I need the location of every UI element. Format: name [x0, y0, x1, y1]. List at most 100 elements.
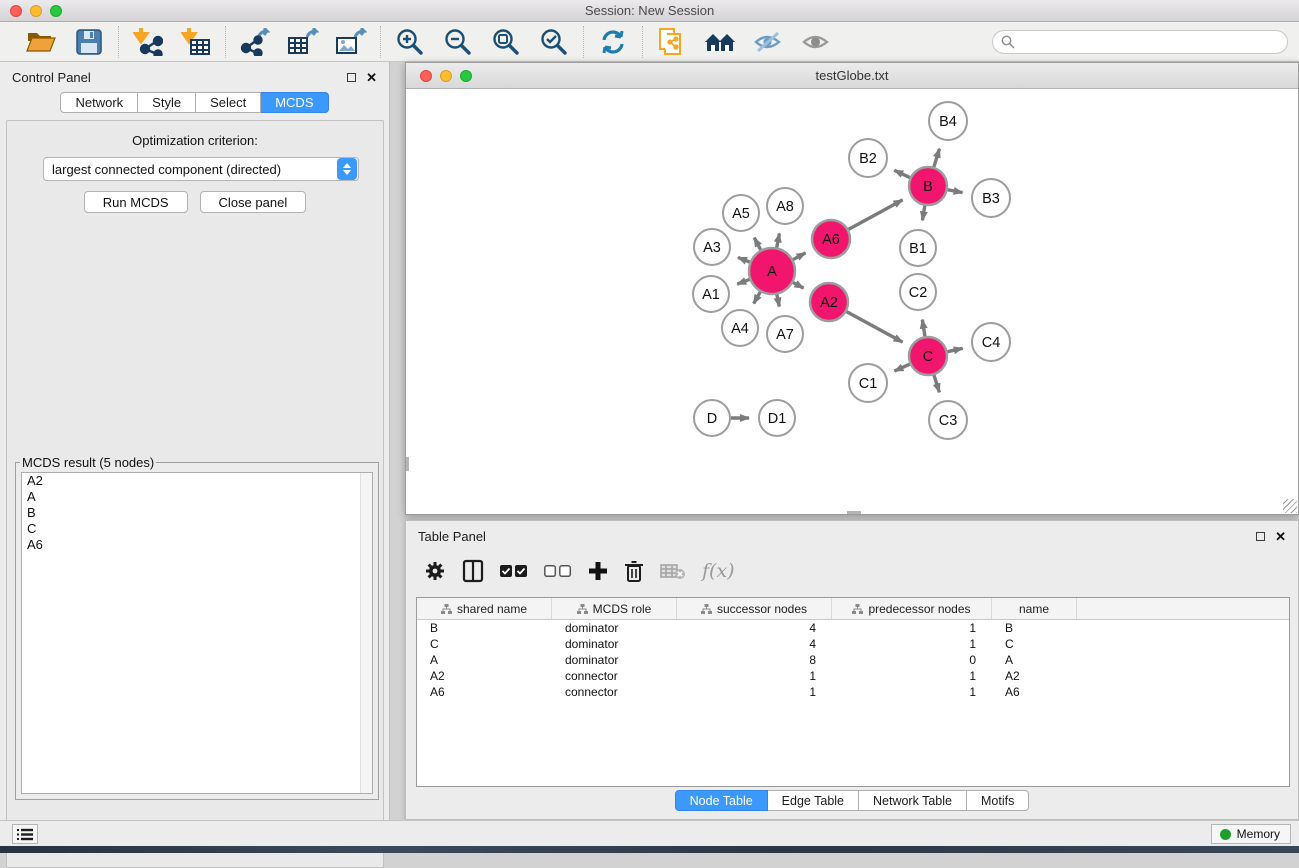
graph-edge-C-C3[interactable]	[934, 375, 939, 392]
result-item[interactable]: B	[22, 505, 372, 521]
graph-edge-A-A3[interactable]	[738, 257, 750, 262]
table-row[interactable]: Bdominator41B	[417, 620, 1289, 636]
graph-node-A8[interactable]: A8	[767, 188, 803, 224]
zoom-selected-icon[interactable]	[537, 27, 571, 57]
table-row[interactable]: Cdominator41C	[417, 636, 1289, 652]
tab-select[interactable]: Select	[196, 92, 261, 113]
criterion-select[interactable]: largest connected component (directed)	[43, 157, 359, 181]
column-header-MCDS-role[interactable]: MCDS role	[552, 598, 677, 619]
canvas-bottom-scrollbar[interactable]	[847, 511, 861, 514]
unselect-all-columns-icon[interactable]	[544, 558, 572, 584]
graph-edge-A-A5[interactable]	[754, 238, 760, 250]
graph-node-C2[interactable]: C2	[900, 274, 936, 310]
graph-node-A[interactable]: A	[749, 248, 795, 294]
graph-edge-A-A2[interactable]	[793, 282, 803, 288]
graph-node-B1[interactable]: B1	[900, 230, 936, 266]
result-item[interactable]: A	[22, 489, 372, 505]
network-minimize-button[interactable]	[440, 70, 452, 82]
close-table-panel-icon[interactable]: ✕	[1275, 532, 1286, 541]
table-row[interactable]: Adominator80A	[417, 652, 1289, 668]
column-header-predecessor-nodes[interactable]: predecessor nodes	[832, 598, 992, 619]
zoom-in-icon[interactable]	[393, 27, 427, 57]
float-table-panel-icon[interactable]	[1256, 532, 1265, 541]
zoom-fit-icon[interactable]	[489, 27, 523, 57]
graph-edge-A-A7[interactable]	[777, 295, 779, 307]
home-icon[interactable]	[703, 27, 737, 57]
graph-node-A2[interactable]: A2	[810, 283, 848, 321]
graph-node-D1[interactable]: D1	[759, 400, 795, 436]
graph-edge-B-B3[interactable]	[948, 190, 963, 193]
graph-node-A4[interactable]: A4	[722, 310, 758, 346]
close-panel-button[interactable]: Close panel	[200, 191, 307, 213]
gear-icon[interactable]	[424, 558, 446, 584]
export-network-icon[interactable]	[238, 27, 272, 57]
graph-node-C4[interactable]: C4	[972, 323, 1010, 361]
new-network-icon[interactable]	[655, 27, 689, 57]
hide-panel-icon[interactable]	[751, 27, 785, 57]
result-item[interactable]: C	[22, 521, 372, 537]
graph-node-D[interactable]: D	[694, 400, 730, 436]
graph-node-A1[interactable]: A1	[693, 276, 729, 312]
graph-node-B4[interactable]: B4	[929, 102, 967, 140]
import-network-icon[interactable]	[131, 27, 165, 57]
refresh-icon[interactable]	[596, 27, 630, 57]
tab-node-table[interactable]: Node Table	[675, 790, 768, 811]
zoom-out-icon[interactable]	[441, 27, 475, 57]
close-window-button[interactable]	[10, 5, 22, 17]
column-header-shared-name[interactable]: shared name	[417, 598, 552, 619]
delete-column-icon[interactable]	[624, 558, 644, 584]
open-file-icon[interactable]	[24, 27, 58, 57]
network-close-button[interactable]	[420, 70, 432, 82]
table-row[interactable]: A2connector11A2	[417, 668, 1289, 684]
graph-node-B2[interactable]: B2	[849, 139, 887, 177]
result-scrollbar[interactable]	[360, 473, 372, 793]
show-panel-icon[interactable]	[799, 27, 833, 57]
graph-edge-A6-B[interactable]	[849, 200, 903, 230]
graph-edge-B-B2[interactable]	[894, 170, 910, 177]
resize-grip[interactable]	[1283, 499, 1297, 513]
result-item[interactable]: A2	[22, 473, 372, 489]
graph-edge-A2-C[interactable]	[847, 312, 903, 343]
graph-node-A7[interactable]: A7	[767, 316, 803, 352]
close-panel-icon[interactable]: ✕	[366, 73, 377, 82]
tab-motifs[interactable]: Motifs	[967, 790, 1029, 811]
tab-style[interactable]: Style	[138, 92, 196, 113]
graph-edge-A-A1[interactable]	[737, 279, 749, 284]
network-window-titlebar[interactable]: testGlobe.txt	[406, 63, 1298, 89]
graph-node-A6[interactable]: A6	[812, 220, 850, 258]
result-item[interactable]: A6	[22, 537, 372, 553]
select-all-columns-icon[interactable]	[500, 558, 528, 584]
save-session-icon[interactable]	[72, 27, 106, 57]
graph-node-C3[interactable]: C3	[929, 401, 967, 439]
graph-node-C1[interactable]: C1	[849, 364, 887, 402]
tab-network-table[interactable]: Network Table	[859, 790, 967, 811]
task-history-button[interactable]	[12, 824, 38, 844]
graph-node-A3[interactable]: A3	[694, 229, 730, 265]
import-table-icon[interactable]	[179, 27, 213, 57]
window-titlebar[interactable]: Session: New Session	[0, 0, 1299, 22]
graph-edge-A-A6[interactable]	[793, 253, 805, 260]
minimize-window-button[interactable]	[30, 5, 42, 17]
graph-node-A5[interactable]: A5	[723, 195, 759, 231]
column-header-successor-nodes[interactable]: successor nodes	[677, 598, 832, 619]
graph-edge-C-C4[interactable]	[948, 348, 963, 351]
run-mcds-button[interactable]: Run MCDS	[84, 191, 188, 213]
memory-button[interactable]: Memory	[1211, 824, 1291, 844]
tab-network[interactable]: Network	[60, 92, 138, 113]
graph-node-C[interactable]: C	[909, 337, 947, 375]
export-table-icon[interactable]	[286, 27, 320, 57]
zoom-window-button[interactable]	[50, 5, 62, 17]
graph-edge-A-A4[interactable]	[754, 292, 761, 304]
float-panel-icon[interactable]	[347, 73, 356, 82]
search-input[interactable]	[992, 30, 1288, 54]
table-row[interactable]: A6connector11A6	[417, 684, 1289, 700]
graph-edge-C-C2[interactable]	[922, 320, 925, 337]
split-view-icon[interactable]	[462, 558, 484, 584]
graph-edge-A-A8[interactable]	[777, 233, 780, 247]
column-header-name[interactable]: name	[992, 598, 1077, 619]
network-canvas[interactable]: B4 B2 B B3 A5A8A6 B1 A3 A C2 A1 A2 A4A7 C4 C C1 C3 D D1	[406, 89, 1298, 514]
add-column-icon[interactable]	[588, 558, 608, 584]
graph-node-B3[interactable]: B3	[972, 179, 1010, 217]
graph-node-B[interactable]: B	[909, 167, 947, 205]
graph-edge-B-B4[interactable]	[934, 149, 940, 167]
